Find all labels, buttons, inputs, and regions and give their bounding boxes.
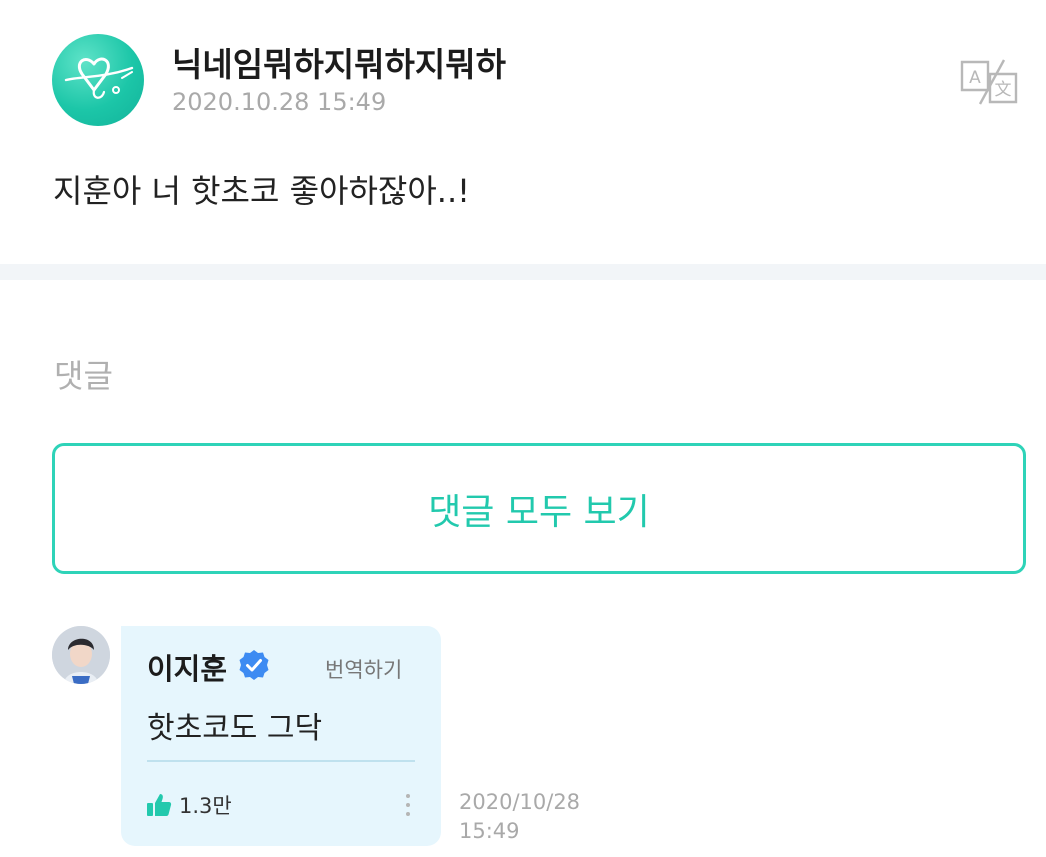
reply-author-avatar[interactable] — [52, 626, 110, 684]
post-author-name[interactable]: 닉네임뭐하지뭐하지뭐하 — [172, 38, 506, 86]
reply-timestamp: 2020/10/28 15:49 — [459, 788, 580, 846]
view-all-comments-label: 댓글 모두 보기 — [428, 491, 650, 533]
svg-text:文: 文 — [995, 80, 1012, 100]
post-author-avatar[interactable] — [52, 34, 144, 126]
reply-text: 핫초코도 그닥 — [147, 711, 323, 746]
svg-text:A: A — [969, 68, 981, 88]
like-button[interactable]: 1.3만 — [145, 789, 232, 821]
more-vertical-icon[interactable] — [401, 790, 415, 820]
verified-badge-icon — [237, 648, 271, 682]
reply-translate-button[interactable]: 번역하기 — [325, 654, 402, 684]
reply-time: 15:49 — [459, 819, 520, 843]
post-header: 닉네임뭐하지뭐하지뭐하 2020.10.28 15:49 A 文 — [52, 34, 1018, 126]
reply-card: 이지훈 번역하기 핫초코도 그닥 1.3만 — [121, 626, 441, 846]
reply-date: 2020/10/28 — [459, 790, 581, 814]
reply-divider — [147, 760, 415, 762]
post-timestamp: 2020.10.28 15:49 — [172, 88, 387, 116]
reply-author-name[interactable]: 이지훈 — [147, 646, 227, 688]
like-count: 1.3만 — [179, 794, 232, 818]
heart-signature-logo — [64, 57, 134, 99]
thumbs-up-icon — [145, 791, 173, 819]
post-body-text: 지훈아 너 핫초코 좋아하잖아..! — [53, 172, 470, 210]
view-all-comments-button[interactable]: 댓글 모두 보기 — [52, 443, 1026, 574]
comments-section-title: 댓글 — [54, 357, 113, 395]
section-divider — [0, 264, 1046, 280]
translate-icon[interactable]: A 文 — [958, 58, 1022, 106]
